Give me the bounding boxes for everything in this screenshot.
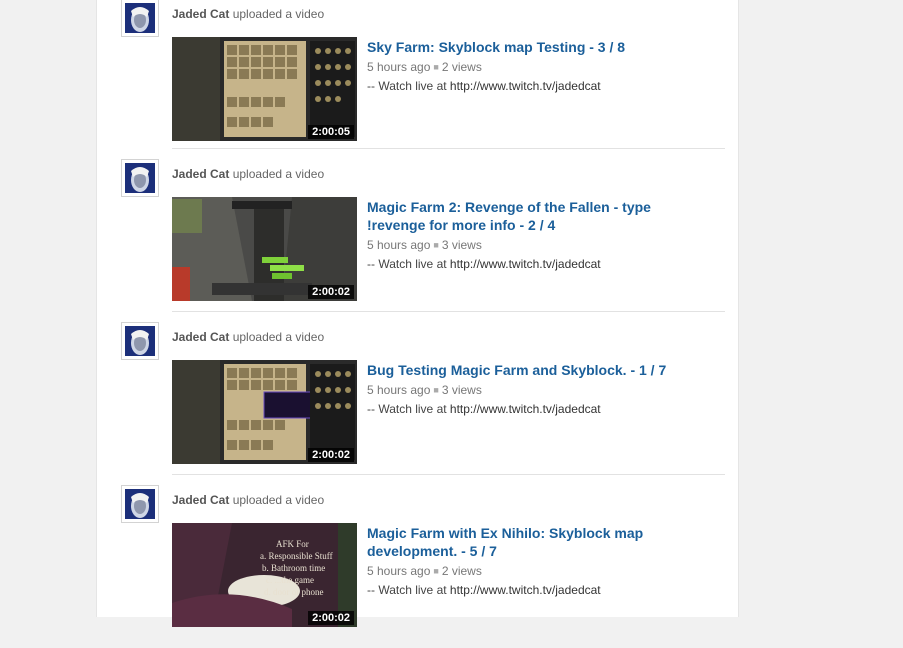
video-title-link[interactable]: Bug Testing Magic Farm and Skyblock. - 1… — [367, 361, 687, 379]
video-info: Magic Farm with Ex Nihilo: Skyblock map … — [367, 524, 687, 598]
upload-time: 5 hours ago — [367, 60, 431, 74]
upload-time: 5 hours ago — [367, 564, 431, 578]
view-count: 3 views — [441, 238, 482, 252]
activity-header: Jaded Cat uploaded a video — [172, 330, 324, 344]
video-description: -- Watch live at http://www.twitch.tv/ja… — [367, 582, 687, 598]
video-meta: 5 hours ago ■ 3 views — [367, 382, 687, 398]
feed-divider — [172, 148, 725, 149]
video-duration: 2:00:02 — [308, 611, 354, 625]
video-meta: 5 hours ago ■ 3 views — [367, 237, 687, 253]
view-count: 3 views — [441, 383, 482, 397]
description-text: -- Watch live at — [367, 583, 450, 597]
video-meta: 5 hours ago ■ 2 views — [367, 59, 687, 75]
thumb-text-line: d. door or phone — [264, 587, 324, 597]
meta-separator: ■ — [433, 240, 439, 250]
activity-header: Jaded Cat uploaded a video — [172, 493, 324, 507]
activity-action: uploaded a video — [232, 330, 325, 344]
video-thumbnail[interactable]: AFK For a. Responsible Stuff b. Bathroom… — [172, 523, 357, 627]
meta-separator: ■ — [433, 62, 439, 72]
channel-name-link[interactable]: Jaded Cat — [172, 167, 229, 181]
thumb-text-line: AFK For — [276, 539, 309, 549]
video-description: -- Watch live at http://www.twitch.tv/ja… — [367, 256, 687, 272]
view-count: 2 views — [441, 564, 482, 578]
description-link[interactable]: http://www.twitch.tv/jadedcat — [450, 257, 601, 271]
video-info: Bug Testing Magic Farm and Skyblock. - 1… — [367, 361, 687, 417]
channel-name-link[interactable]: Jaded Cat — [172, 7, 229, 21]
video-duration: 2:00:02 — [308, 448, 354, 462]
video-thumbnail[interactable]: 2:00:02 — [172, 360, 357, 464]
avatar[interactable] — [121, 485, 159, 523]
activity-action: uploaded a video — [232, 167, 325, 181]
avatar[interactable] — [121, 159, 159, 197]
channel-name-link[interactable]: Jaded Cat — [172, 330, 229, 344]
thumb-text-line: c. ...the game — [266, 575, 314, 585]
avatar-image — [125, 326, 155, 356]
video-thumbnail[interactable]: 2:00:02 — [172, 197, 357, 301]
feed-divider — [172, 311, 725, 312]
video-description: -- Watch live at http://www.twitch.tv/ja… — [367, 401, 687, 417]
video-thumbnail[interactable]: 2:00:05 — [172, 37, 357, 141]
activity-action: uploaded a video — [232, 7, 325, 21]
feed-item: Jaded Cat uploaded a video AFK For a. Re… — [97, 485, 740, 648]
activity-header: Jaded Cat uploaded a video — [172, 7, 324, 21]
video-duration: 2:00:02 — [308, 285, 354, 299]
avatar[interactable] — [121, 322, 159, 360]
thumb-text-line: b. Bathroom time — [262, 563, 325, 573]
meta-separator: ■ — [433, 385, 439, 395]
thumb-text-line: a. Responsible Stuff — [260, 551, 333, 561]
video-meta: 5 hours ago ■ 2 views — [367, 563, 687, 579]
meta-separator: ■ — [433, 566, 439, 576]
upload-time: 5 hours ago — [367, 238, 431, 252]
avatar-image — [125, 3, 155, 33]
channel-name-link[interactable]: Jaded Cat — [172, 493, 229, 507]
description-text: -- Watch live at — [367, 79, 450, 93]
avatar-image — [125, 489, 155, 519]
video-description: -- Watch live at http://www.twitch.tv/ja… — [367, 78, 687, 94]
activity-feed: Jaded Cat uploaded a video 2:00:05 Sky F… — [96, 0, 740, 627]
video-info: Magic Farm 2: Revenge of the Fallen - ty… — [367, 198, 687, 272]
description-text: -- Watch live at — [367, 402, 450, 416]
video-title-link[interactable]: Sky Farm: Skyblock map Testing - 3 / 8 — [367, 38, 687, 56]
video-duration: 2:00:05 — [308, 125, 354, 139]
activity-header: Jaded Cat uploaded a video — [172, 167, 324, 181]
avatar[interactable] — [121, 0, 159, 37]
video-title-link[interactable]: Magic Farm with Ex Nihilo: Skyblock map … — [367, 524, 687, 560]
video-info: Sky Farm: Skyblock map Testing - 3 / 8 5… — [367, 38, 687, 94]
upload-time: 5 hours ago — [367, 383, 431, 397]
feed-item: Jaded Cat uploaded a video — [97, 322, 740, 485]
video-title-link[interactable]: Magic Farm 2: Revenge of the Fallen - ty… — [367, 198, 687, 234]
feed-item: Jaded Cat uploaded a video 2:00:02 Magic… — [97, 159, 740, 322]
description-link[interactable]: http://www.twitch.tv/jadedcat — [450, 79, 601, 93]
activity-action: uploaded a video — [232, 493, 325, 507]
feed-divider — [172, 474, 725, 475]
description-link[interactable]: http://www.twitch.tv/jadedcat — [450, 402, 601, 416]
description-link[interactable]: http://www.twitch.tv/jadedcat — [450, 583, 601, 597]
avatar-image — [125, 163, 155, 193]
feed-item: Jaded Cat uploaded a video — [97, 0, 740, 162]
description-text: -- Watch live at — [367, 257, 450, 271]
view-count: 2 views — [441, 60, 482, 74]
